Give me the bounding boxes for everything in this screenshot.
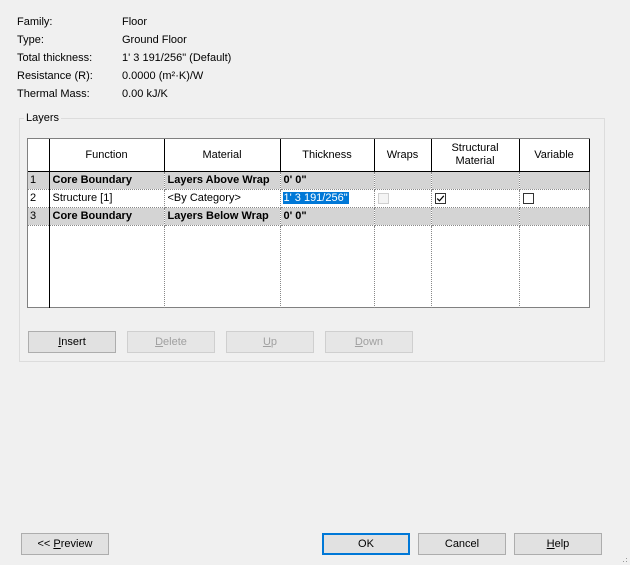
- resistance-label: Resistance (R):: [17, 70, 93, 82]
- preview-mnemonic: P: [53, 538, 61, 550]
- material-cell[interactable]: <By Category>: [164, 189, 281, 208]
- help-button[interactable]: Help: [514, 533, 602, 555]
- up-mnemonic: U: [262, 336, 271, 348]
- variable-checkbox[interactable]: [522, 192, 534, 204]
- resistance-value: 0.0000 (m²·K)/W: [122, 70, 204, 82]
- down-mnemonic: D: [354, 336, 363, 348]
- total-thickness-label: Total thickness:: [17, 52, 93, 64]
- thickness-input-selected[interactable]: 1' 3 191/256": [281, 191, 350, 205]
- variable-cell[interactable]: [519, 189, 589, 208]
- up-button[interactable]: Up: [226, 331, 314, 353]
- empty-cell: [280, 225, 375, 308]
- cancel-button[interactable]: Cancel: [418, 533, 506, 555]
- empty-cell: [519, 226, 589, 309]
- variable-cell: [519, 207, 589, 226]
- empty-cell: [374, 225, 432, 308]
- function-cell[interactable]: Core Boundary: [49, 171, 165, 190]
- column-header-material[interactable]: Material: [164, 139, 281, 172]
- column-header-wraps[interactable]: Wraps: [374, 139, 432, 172]
- structural-material-cell: [431, 171, 520, 190]
- delete-mnemonic: D: [155, 336, 164, 348]
- wraps-cell: [374, 207, 432, 226]
- column-header-structural-material[interactable]: Structural Material: [431, 139, 520, 172]
- layer-row[interactable]: 3 Core Boundary Layers Below Wrap 0' 0": [28, 207, 589, 226]
- help-label: elp: [554, 538, 570, 550]
- up-label: p: [270, 336, 278, 348]
- family-value: Floor: [122, 16, 148, 28]
- layer-row[interactable]: 2 Structure [1] <By Category> 1' 3 191/2…: [28, 189, 589, 208]
- wraps-cell: [374, 189, 432, 208]
- structural-header-line2: Material: [455, 155, 495, 167]
- wraps-checkbox: [377, 192, 389, 204]
- thickness-cell[interactable]: 0' 0": [280, 207, 375, 226]
- row-number[interactable]: 2: [28, 189, 50, 208]
- preview-prefix: <<: [37, 538, 54, 550]
- structural-material-checkbox[interactable]: [434, 192, 446, 204]
- material-cell[interactable]: Layers Below Wrap: [164, 207, 281, 226]
- type-label: Type:: [17, 34, 44, 46]
- column-header-function[interactable]: Function: [49, 139, 165, 172]
- column-header-row-number: [28, 139, 50, 172]
- empty-cell: [28, 225, 50, 308]
- structural-material-cell: [431, 207, 520, 226]
- down-button[interactable]: Down: [325, 331, 413, 353]
- thickness-cell[interactable]: 1' 3 191/256": [280, 189, 375, 208]
- thermal-mass-label: Thermal Mass:: [17, 88, 90, 100]
- help-mnemonic: H: [546, 538, 555, 550]
- delete-label: elete: [163, 336, 187, 348]
- delete-button[interactable]: Delete: [127, 331, 215, 353]
- empty-grid-area: [28, 225, 589, 309]
- grid-header-row: Function Material Thickness Wraps Struct…: [28, 139, 590, 172]
- empty-cell: [164, 225, 281, 308]
- thickness-cell[interactable]: 0' 0": [280, 171, 375, 190]
- column-header-variable[interactable]: Variable: [519, 139, 590, 172]
- type-value: Ground Floor: [122, 34, 187, 46]
- layers-grid[interactable]: Function Material Thickness Wraps Struct…: [27, 138, 590, 308]
- preview-button[interactable]: << Preview: [21, 533, 109, 555]
- total-thickness-value: 1' 3 191/256" (Default): [122, 52, 232, 64]
- down-label: own: [362, 336, 384, 348]
- resize-grip-icon[interactable]: [620, 555, 628, 563]
- material-cell[interactable]: Layers Above Wrap: [164, 171, 281, 190]
- wraps-cell: [374, 171, 432, 190]
- row-number[interactable]: 1: [28, 171, 50, 190]
- function-cell[interactable]: Core Boundary: [49, 207, 165, 226]
- empty-cell: [49, 225, 165, 308]
- family-label: Family:: [17, 16, 53, 28]
- variable-cell: [519, 171, 589, 190]
- structural-material-cell[interactable]: [431, 189, 520, 208]
- ok-button[interactable]: OK: [322, 533, 410, 555]
- edit-assembly-dialog: Family: Floor Type: Ground Floor Total t…: [0, 0, 630, 565]
- layers-group-title: Layers: [24, 111, 62, 125]
- structural-header-line1: Structural: [451, 142, 499, 154]
- column-header-thickness[interactable]: Thickness: [280, 139, 375, 172]
- function-cell[interactable]: Structure [1]: [49, 189, 165, 208]
- layer-row[interactable]: 1 Core Boundary Layers Above Wrap 0' 0": [28, 171, 589, 190]
- checkmark-icon: [436, 195, 444, 202]
- row-number[interactable]: 3: [28, 207, 50, 226]
- empty-cell: [431, 225, 520, 308]
- insert-label: nsert: [61, 336, 86, 348]
- thermal-mass-value: 0.00 kJ/K: [122, 88, 168, 100]
- preview-label: review: [60, 538, 93, 550]
- insert-button[interactable]: Insert: [28, 331, 116, 353]
